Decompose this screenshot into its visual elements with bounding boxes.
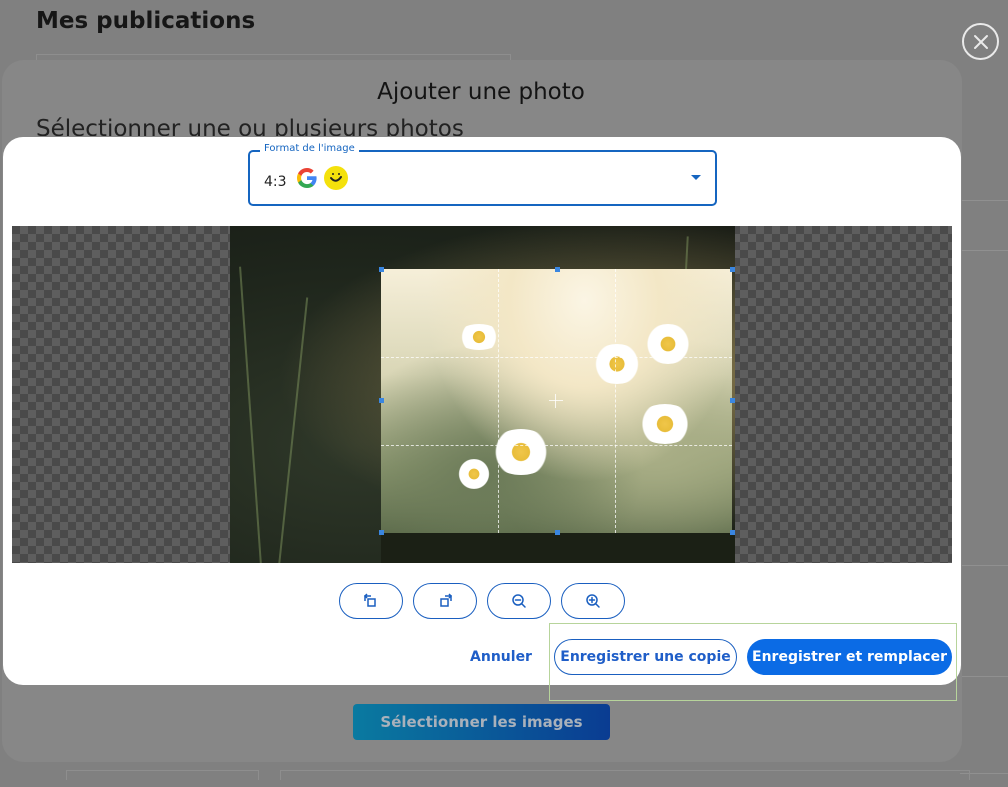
- crop-handle-top-left[interactable]: [379, 267, 384, 272]
- daisy-flower: [643, 324, 693, 364]
- photo-detail: [278, 297, 309, 563]
- daisy-flower: [456, 459, 492, 489]
- smiley-icon: [324, 166, 348, 190]
- crop-handle-bottom-right[interactable]: [730, 530, 735, 535]
- rotate-right-button[interactable]: [413, 583, 477, 619]
- daisy-flower: [636, 404, 694, 444]
- rotate-left-button[interactable]: [339, 583, 403, 619]
- photo-detail: [239, 266, 262, 563]
- crop-handle-bottom-left[interactable]: [379, 530, 384, 535]
- close-modal-button[interactable]: [962, 23, 999, 60]
- save-and-replace-button[interactable]: Enregistrer et remplacer: [747, 639, 952, 675]
- background-footer-frame: [66, 770, 259, 780]
- background-footer-frame: [280, 770, 970, 780]
- format-select-value: 4:3: [264, 174, 287, 190]
- rotate-right-icon: [440, 593, 453, 607]
- zoom-out-button[interactable]: [487, 583, 551, 619]
- crop-handle-bottom[interactable]: [555, 530, 560, 535]
- crop-handle-right[interactable]: [730, 398, 735, 403]
- source-photo-bottom: [381, 533, 735, 563]
- close-icon: [973, 34, 988, 49]
- crop-grid-line: [498, 269, 499, 533]
- image-format-select[interactable]: Format de l'image 4:3: [248, 143, 717, 206]
- crop-handle-top-right[interactable]: [730, 267, 735, 272]
- crop-center-marker: [549, 394, 563, 408]
- image-crop-dialog: Format de l'image 4:3 Annuler Enregistre…: [3, 137, 961, 685]
- crop-grid-line: [615, 269, 616, 533]
- background-divider: [960, 676, 1008, 677]
- modal-title: Ajouter une photo: [377, 79, 585, 105]
- chevron-down-icon: [691, 175, 701, 180]
- background-divider: [960, 250, 1008, 251]
- page-title: Mes publications: [36, 8, 256, 34]
- background-divider: [960, 200, 1008, 201]
- modal-subtitle: Sélectionner une ou plusieurs photos: [36, 116, 464, 136]
- crop-grid-line: [381, 357, 732, 358]
- select-images-button[interactable]: Sélectionner les images: [353, 704, 610, 740]
- zoom-in-icon: [586, 594, 600, 608]
- daisy-flower: [456, 324, 502, 350]
- google-g-icon: [297, 168, 317, 188]
- crop-handle-top[interactable]: [555, 267, 560, 272]
- crop-grid-line: [381, 445, 732, 446]
- background-divider: [960, 565, 1008, 566]
- cancel-button[interactable]: Annuler: [466, 640, 536, 674]
- save-copy-button[interactable]: Enregistrer une copie: [554, 639, 737, 675]
- crop-handle-left[interactable]: [379, 398, 384, 403]
- zoom-out-icon: [512, 594, 526, 608]
- format-select-label: Format de l'image: [260, 143, 359, 154]
- crop-canvas[interactable]: [12, 226, 952, 563]
- daisy-flower: [591, 344, 643, 384]
- rotate-left-icon: [363, 593, 376, 607]
- zoom-in-button[interactable]: [561, 583, 625, 619]
- crop-selection[interactable]: [381, 269, 732, 533]
